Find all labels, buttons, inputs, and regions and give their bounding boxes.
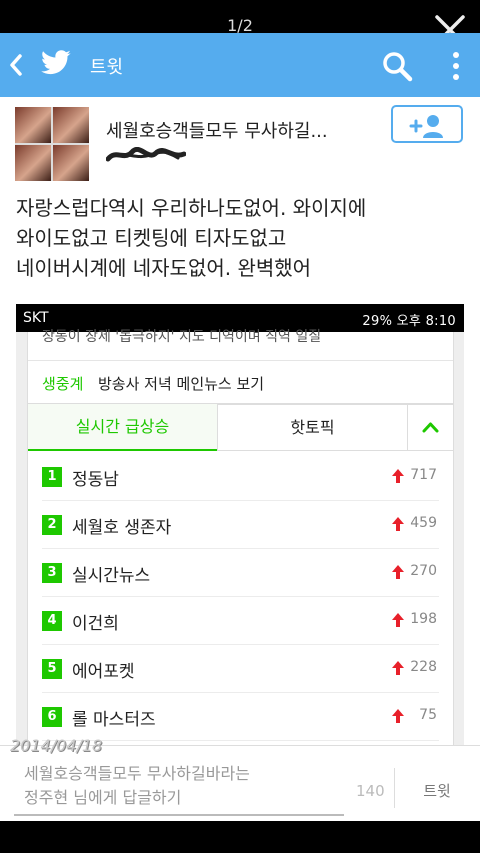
tweet-detail: 세월호승객들모두 무사하길... 자랑스럽다역시 우리하나도없어. 와이지에 와… bbox=[0, 97, 480, 745]
follow-button[interactable] bbox=[391, 105, 463, 143]
avatar[interactable] bbox=[15, 107, 89, 181]
news-text: 방송사 저녁 메인뉴스 보기 bbox=[98, 375, 265, 393]
cut-off-text: 장동이 장제 '돕극하지' 지도 디역이며 직역 일질 bbox=[42, 329, 322, 345]
rank-count: 270 bbox=[410, 563, 437, 579]
tweet-text-line: 네이버시계에 네자도없어. 완벽했어 bbox=[16, 256, 312, 280]
rank-number: 5 bbox=[42, 659, 62, 679]
realtime-search-panel: 장동이 장제 '돕극하지' 지도 디역이며 직역 일질 생중계 방송사 저녁 메… bbox=[27, 329, 454, 745]
rank-count: 228 bbox=[410, 659, 437, 675]
rank-number: 2 bbox=[42, 515, 62, 535]
back-icon[interactable] bbox=[8, 53, 24, 77]
add-user-icon bbox=[409, 114, 443, 138]
reply-placeholder-line: 정주현 님에게 답글하기 bbox=[24, 788, 182, 807]
chevron-up-icon bbox=[422, 422, 439, 433]
tab-realtime: 실시간 급상승 bbox=[28, 404, 217, 451]
list-item: 1 정동남 717 bbox=[42, 453, 439, 501]
attached-screenshot[interactable]: SKT 29% 오후 8:10 장동이 장제 '돕극하지' 지도 디역이며 직역… bbox=[16, 304, 464, 745]
redacted-handle bbox=[106, 147, 186, 162]
list-item: 4 이건희 198 bbox=[42, 597, 439, 645]
viewer-top-bar: 1/2 bbox=[0, 0, 480, 45]
more-icon[interactable] bbox=[448, 49, 464, 83]
news-tag: 생중계 bbox=[42, 375, 84, 393]
search-icon[interactable] bbox=[380, 49, 414, 83]
app-bar-title: 트윗 bbox=[90, 57, 124, 78]
tweet-text-line: 자랑스럽다역시 우리하나도없어. 와이지에 bbox=[16, 196, 367, 220]
rank-title: 롤 마스터즈 bbox=[72, 710, 156, 730]
rank-title: 에어포켓 bbox=[72, 662, 135, 682]
divider bbox=[394, 768, 395, 808]
rank-count: 75 bbox=[419, 707, 437, 723]
up-arrow-icon bbox=[392, 565, 404, 579]
collapse-toggle bbox=[408, 404, 453, 451]
reply-bar: 세월호승객들모두 무사하길바라는 정주현 님에게 답글하기 140 트윗 bbox=[0, 745, 480, 821]
tab-hot-topic: 핫토픽 bbox=[217, 404, 408, 451]
rank-count: 198 bbox=[410, 611, 437, 627]
tweet-text-line: 와이도없고 티켓팅에 티자도없고 bbox=[16, 226, 287, 250]
list-item: 6 롤 마스터즈 75 bbox=[42, 693, 439, 741]
app-bar: 트윗 bbox=[0, 33, 480, 97]
reply-placeholder-line: 세월호승객들모두 무사하길바라는 bbox=[24, 764, 250, 783]
rank-title: 실시간뉴스 bbox=[72, 566, 151, 586]
up-arrow-icon bbox=[392, 517, 404, 531]
rank-title: 세월호 생존자 bbox=[72, 518, 172, 538]
up-arrow-icon bbox=[392, 661, 404, 675]
news-link-row: 생중계 방송사 저녁 메인뉴스 보기 bbox=[28, 360, 453, 404]
ranking-list: 1 정동남 717 2 세월호 생존자 459 3 실시간뉴스 270 4 이건… bbox=[28, 453, 453, 741]
bottom-letterbox bbox=[0, 821, 480, 853]
list-item: 3 실시간뉴스 270 bbox=[42, 549, 439, 597]
reply-underline bbox=[14, 814, 344, 816]
rank-count: 459 bbox=[410, 515, 437, 531]
up-arrow-icon bbox=[392, 613, 404, 627]
rank-number: 4 bbox=[42, 611, 62, 631]
rank-title: 이건희 bbox=[72, 614, 119, 634]
rank-title: 정동남 bbox=[72, 470, 119, 490]
twitter-bird-icon bbox=[41, 50, 71, 75]
carrier-label: SKT bbox=[23, 310, 49, 326]
tweet-button[interactable]: 트윗 bbox=[405, 780, 469, 801]
rank-number: 3 bbox=[42, 563, 62, 583]
tweet-text: 자랑스럽다역시 우리하나도없어. 와이지에 와이도없고 티켓팅에 티자도없고 네… bbox=[16, 193, 466, 283]
rank-number: 6 bbox=[42, 707, 62, 727]
ranking-tabs: 실시간 급상승 핫토픽 bbox=[28, 404, 453, 451]
author-name[interactable]: 세월호승객들모두 무사하길... bbox=[106, 117, 376, 143]
status-right: 29% 오후 8:10 bbox=[362, 314, 456, 329]
char-count: 140 bbox=[356, 782, 385, 800]
up-arrow-icon bbox=[392, 469, 404, 483]
up-arrow-icon bbox=[392, 709, 404, 723]
list-item: 5 에어포켓 228 bbox=[42, 645, 439, 693]
list-item: 2 세월호 생존자 459 bbox=[42, 501, 439, 549]
reply-input[interactable]: 세월호승객들모두 무사하길바라는 정주현 님에게 답글하기 bbox=[24, 762, 344, 810]
rank-count: 717 bbox=[410, 467, 437, 483]
date-stamp: 2014/04/18 bbox=[10, 736, 103, 755]
rank-number: 1 bbox=[42, 467, 62, 487]
